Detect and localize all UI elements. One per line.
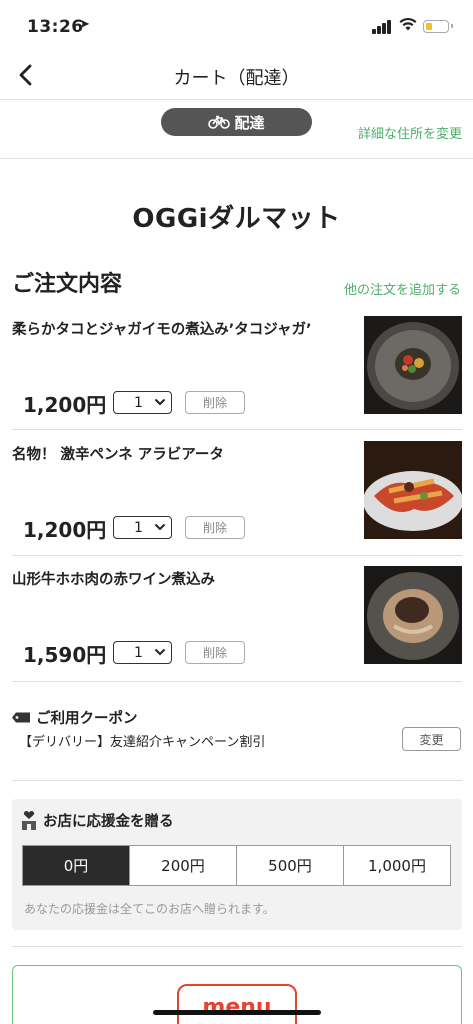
menu-logo-text: menu — [202, 995, 272, 1020]
amount-option-0[interactable]: 0円 — [23, 846, 130, 885]
menu-logo: menu — [177, 984, 297, 1024]
divider — [12, 780, 462, 781]
delivery-mode-pill[interactable]: 配達 — [161, 108, 312, 136]
status-bar: 13:26 ➤ — [0, 0, 473, 52]
page-title: カート（配達） — [173, 68, 300, 89]
change-address-link[interactable]: 詳細な住所を変更 — [358, 123, 462, 142]
heart-shop-icon — [22, 810, 36, 830]
item-name: 山形牛ホホ肉の赤ワイン煮込み — [12, 572, 215, 588]
cart-item: 山形牛ホホ肉の赤ワイン煮込み 1,590円 1 削除 — [12, 556, 462, 680]
nav-bar: カート（配達） — [0, 52, 473, 100]
support-amount-selector: 0円 200円 500円 1,000円 — [22, 845, 451, 886]
coupon-description: 【デリバリー】友達紹介キャンペーン割引 — [19, 735, 266, 750]
support-heading: お店に応援金を贈る — [21, 810, 174, 831]
item-price: 1,590円 — [23, 643, 107, 667]
bicycle-icon — [208, 115, 231, 129]
promo-banner[interactable]: menu — [12, 965, 462, 1024]
delivery-mode-bar: 配達 詳細な住所を変更 — [0, 101, 473, 159]
battery-icon — [423, 20, 453, 33]
quantity-value: 1 — [134, 644, 143, 661]
amount-option-1000[interactable]: 1,000円 — [344, 846, 450, 885]
delete-button[interactable]: 削除 — [185, 391, 245, 414]
quantity-select[interactable]: 1 — [113, 516, 172, 539]
wifi-icon — [399, 17, 417, 31]
support-donation-panel: お店に応援金を贈る 0円 200円 500円 1,000円 あなたの応援金は全て… — [12, 799, 462, 930]
item-photo[interactable] — [364, 316, 462, 414]
chevron-down-icon — [154, 398, 166, 406]
coupon-heading-label: ご利用クーポン — [36, 711, 138, 727]
divider — [12, 681, 462, 682]
amount-option-500[interactable]: 500円 — [237, 846, 344, 885]
cart-item: 名物！ 激辛ペンネ アラビアータ 1,200円 1 削除 — [12, 431, 462, 555]
coupon-heading: ご利用クーポン — [12, 707, 138, 728]
item-price: 1,200円 — [23, 393, 107, 417]
quantity-select[interactable]: 1 — [113, 391, 172, 414]
delete-button[interactable]: 削除 — [185, 516, 245, 539]
cart-item: 柔らかタコとジャガイモの煮込み’タコジャガ’ 1,200円 1 削除 — [12, 306, 462, 430]
item-name: 名物！ 激辛ペンネ アラビアータ — [12, 447, 224, 463]
item-name: 柔らかタコとジャガイモの煮込み’タコジャガ’ — [12, 322, 312, 338]
divider — [12, 946, 462, 947]
item-price: 1,200円 — [23, 518, 107, 542]
support-heading-label: お店に応援金を贈る — [43, 814, 174, 830]
support-note: あなたの応援金は全てこのお店へ贈られます。 — [24, 902, 275, 916]
quantity-value: 1 — [134, 394, 143, 411]
delete-button[interactable]: 削除 — [185, 641, 245, 664]
delivery-mode-label: 配達 — [234, 113, 265, 132]
add-other-order-link[interactable]: 他の注文を追加する — [344, 279, 461, 298]
chevron-down-icon — [154, 523, 166, 531]
status-time: 13:26 — [27, 17, 84, 37]
item-photo[interactable] — [364, 566, 462, 664]
home-indicator — [153, 1010, 321, 1015]
item-photo[interactable] — [364, 441, 462, 539]
quantity-select[interactable]: 1 — [113, 641, 172, 664]
shop-name: OGGiダルマット — [132, 204, 341, 234]
change-coupon-button[interactable]: 変更 — [402, 727, 461, 751]
location-arrow-icon: ➤ — [79, 17, 90, 32]
tag-icon — [12, 712, 30, 723]
divider — [12, 429, 462, 430]
order-heading: ご注文内容 — [12, 272, 123, 297]
amount-option-200[interactable]: 200円 — [130, 846, 237, 885]
chevron-down-icon — [154, 648, 166, 656]
quantity-value: 1 — [134, 519, 143, 536]
cellular-signal-icon — [372, 20, 392, 34]
